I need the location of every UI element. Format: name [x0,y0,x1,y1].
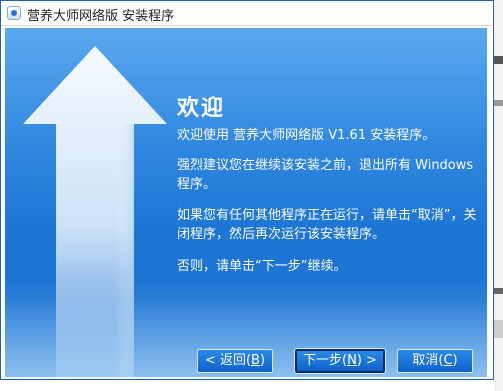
installer-window: 营养大师网络版 安装程序 欢迎 欢迎使用 营养大师网络版 V1.61 安装程序。… [0,0,494,380]
window-title: 营养大师网络版 安装程序 [27,9,175,24]
title-bar[interactable]: 营养大师网络版 安装程序 [1,1,493,26]
welcome-line: 欢迎使用 营养大师网络版 V1.61 安装程序。 [177,128,436,143]
next-button[interactable]: 下一步(N) > [294,348,386,374]
installer-app-icon [7,6,21,20]
close-programs-advice: 强烈建议您在继续该安装之前，退出所有 Windows 程序。 [177,158,474,192]
back-button[interactable]: < 返回(B) [197,349,273,373]
cancel-button-label: 取消( [412,353,444,368]
back-button-shortcut: B [251,353,260,368]
next-button-shortcut: N [347,353,357,368]
cancel-button-label-end: ) [452,353,458,368]
cancel-button[interactable]: 取消(C) [397,349,473,373]
desktop-background-right [494,0,503,391]
welcome-heading: 欢迎 [177,96,226,121]
welcome-panel: 欢迎 欢迎使用 营养大师网络版 V1.61 安装程序。 强烈建议您在继续该安装之… [5,28,487,377]
cancel-button-shortcut: C [443,353,453,368]
continue-instruction: 否则，请单击“下一步”继续。 [177,259,347,274]
desktop-fragment [494,288,503,294]
next-button-label: 下一步( [303,353,348,368]
up-arrow-graphic [5,46,487,377]
cancel-instruction: 如果您有任何其他程序正在运行，请单击“取消”，关闭程序，然后再次运行该安装程序。 [177,208,477,242]
desktop-fragment [494,56,503,64]
desktop-fragment [494,100,503,106]
back-button-label: < 返回( [204,353,252,368]
desktop-fragment [494,320,503,338]
next-button-label-end: ) > [356,353,377,368]
back-button-label-end: ) [259,353,266,368]
